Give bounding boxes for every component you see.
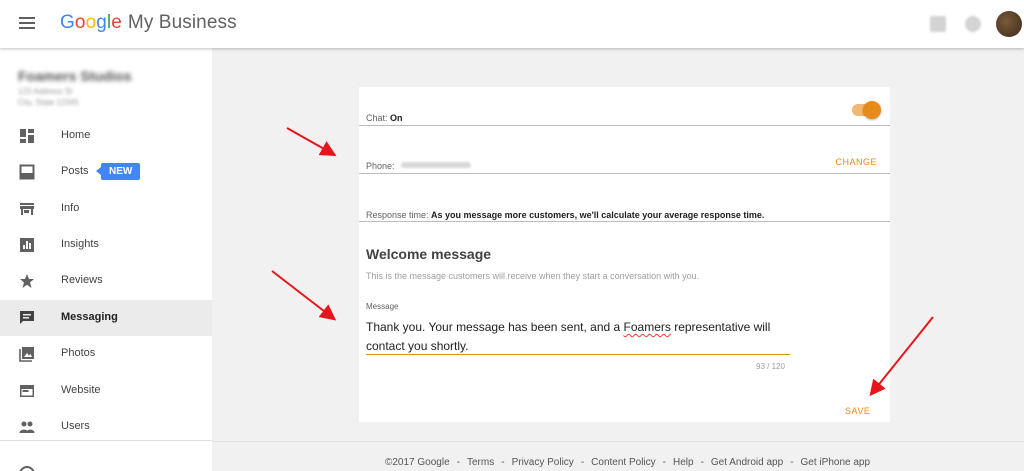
help-icon[interactable] [19, 466, 35, 471]
welcome-message-description: This is the message customers will recei… [366, 271, 700, 281]
messaging-settings-card: Chat: On Phone: CHANGE Response time: As… [359, 87, 890, 422]
sidebar-item-reviews[interactable]: Reviews [0, 263, 212, 299]
message-input-underline [366, 354, 790, 355]
footer-divider [212, 441, 1024, 442]
footer-link-terms[interactable]: Terms [467, 457, 494, 468]
chat-status: On [390, 113, 403, 123]
welcome-message-input[interactable]: Thank you. Your message has been sent, a… [366, 318, 790, 356]
sidebar-item-website[interactable]: Website [0, 373, 212, 409]
sidebar-item-home[interactable]: Home [0, 118, 212, 154]
chat-toggle[interactable] [852, 101, 881, 119]
chat-label: Chat: On [366, 113, 403, 123]
sidebar-item-info[interactable]: Info [0, 191, 212, 227]
misspelled-word: Foamers [623, 320, 671, 334]
sidebar-item-photos[interactable]: Photos [0, 336, 212, 372]
web-icon [20, 385, 34, 397]
people-icon [19, 421, 35, 433]
business-address: 123 Address St City, State 12345 [18, 87, 79, 107]
sidebar-item-label: Messaging [61, 311, 118, 323]
chat-icon [20, 311, 34, 324]
message-field-label: Message [366, 302, 399, 311]
dashboard-icon [20, 129, 34, 143]
save-button[interactable]: SAVE [845, 406, 870, 416]
sidebar-divider [0, 440, 212, 441]
business-name: Foamers Studios [18, 68, 132, 84]
response-time-text: Response time: As you message more custo… [366, 210, 765, 220]
welcome-message-title: Welcome message [366, 246, 492, 262]
sidebar: Foamers Studios 123 Address St City, Stat… [0, 48, 212, 471]
sidebar-item-label: Photos [61, 347, 96, 359]
arrow-to-phone [286, 127, 337, 156]
notifications-icon[interactable] [965, 16, 981, 32]
sidebar-item-label: Users [61, 420, 90, 432]
footer-link-help[interactable]: Help [673, 457, 694, 468]
sidebar-item-insights[interactable]: Insights [0, 227, 212, 263]
phone-row: Phone: [366, 156, 883, 174]
sidebar-item-label: Home [61, 129, 91, 141]
divider [359, 125, 890, 126]
character-counter: 93 / 120 [756, 362, 785, 371]
product-name: My Business [127, 12, 237, 33]
sidebar-item-label: Posts [61, 165, 89, 177]
footer-link-android[interactable]: Get Android app [711, 457, 783, 468]
sidebar-item-label: Info [61, 202, 80, 214]
sidebar-item-label: Insights [61, 238, 99, 250]
copyright: ©2017 Google [385, 457, 450, 468]
divider [359, 173, 890, 174]
sidebar-item-messaging[interactable]: Messaging [0, 300, 212, 336]
menu-icon[interactable] [19, 17, 35, 29]
toggle-knob [863, 101, 881, 119]
arrow-to-message [271, 270, 337, 321]
phone-number-redacted [400, 161, 471, 168]
divider [359, 221, 890, 222]
footer-link-privacy[interactable]: Privacy Policy [512, 457, 574, 468]
new-badge: NEW [95, 163, 141, 180]
app-header: Google My Business [0, 0, 1024, 48]
star-icon [20, 274, 34, 288]
sidebar-item-posts[interactable]: Posts NEW [0, 154, 212, 190]
footer-link-content-policy[interactable]: Content Policy [591, 457, 655, 468]
bar-chart-icon [20, 238, 34, 252]
avatar[interactable] [996, 11, 1022, 37]
change-phone-button[interactable]: CHANGE [835, 157, 877, 167]
app-logo[interactable]: Google My Business [60, 12, 237, 34]
phone-label: Phone: [366, 161, 395, 171]
footer: ©2017 Google - Terms - Privacy Policy - Conten… [385, 457, 871, 468]
photo-icon [19, 347, 34, 362]
chat-row: Chat: On [366, 108, 883, 126]
sidebar-item-label: Website [61, 384, 101, 396]
storefront-icon [20, 203, 34, 215]
sidebar-item-label: Reviews [61, 274, 103, 286]
apps-icon[interactable] [930, 16, 946, 32]
footer-link-iphone[interactable]: Get iPhone app [801, 457, 871, 468]
posts-icon [19, 164, 35, 180]
